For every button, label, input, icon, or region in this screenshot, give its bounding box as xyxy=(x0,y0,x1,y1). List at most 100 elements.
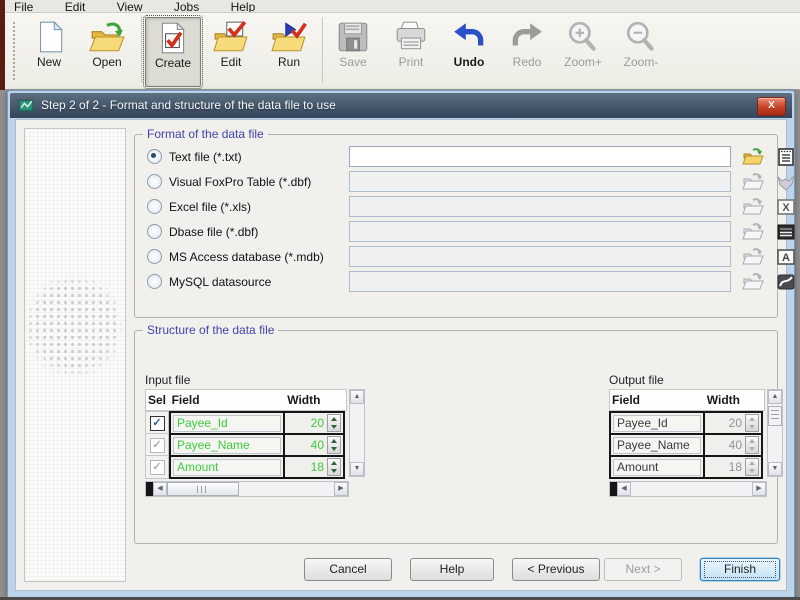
input-table-hscrollbar[interactable]: ◀ ▶ xyxy=(145,481,349,497)
run-button[interactable]: Run xyxy=(262,17,316,85)
radio-access[interactable] xyxy=(147,249,162,264)
output-file-label: Output file xyxy=(609,373,664,387)
edit-folder-check-icon xyxy=(213,20,249,54)
width-spinner[interactable] xyxy=(327,436,341,454)
output-file-table: Field Width Payee_Id 20 Payee_Name 40 Am… xyxy=(609,389,765,479)
focus-ring xyxy=(704,561,776,578)
output-table-vscrollbar[interactable]: ▲ ▼ xyxy=(767,389,783,477)
field-name-cell[interactable]: Payee_Id xyxy=(613,414,701,432)
application-window: File Edit View Jobs Help New Open Create… xyxy=(0,0,800,600)
width-spinner-disabled xyxy=(745,458,759,476)
open-label: Open xyxy=(92,55,122,69)
width-value[interactable]: 40 xyxy=(311,438,324,452)
create-button[interactable]: Create xyxy=(143,15,203,89)
scroll-down-icon[interactable]: ▼ xyxy=(350,462,364,476)
radio-mysql[interactable] xyxy=(147,274,162,289)
scroll-down-icon[interactable]: ▼ xyxy=(768,462,782,476)
scroll-right-icon[interactable]: ▶ xyxy=(334,482,348,496)
width-value: 20 xyxy=(728,416,742,430)
foxpro-path-input xyxy=(349,171,731,192)
width-spinner[interactable] xyxy=(327,414,341,432)
redo-button: Redo xyxy=(500,17,554,85)
header-width: Width xyxy=(706,393,740,407)
excel-type-icon: X xyxy=(774,197,797,217)
field-name-cell[interactable]: Amount xyxy=(613,458,701,476)
table-row: ✓ Amount 18 xyxy=(145,455,347,479)
svg-text:A: A xyxy=(782,252,790,264)
browse-folder-disabled-icon xyxy=(741,272,764,292)
create-label: Create xyxy=(154,56,192,70)
text-file-type-icon[interactable] xyxy=(774,147,797,167)
menu-edit[interactable]: Edit xyxy=(51,0,100,12)
header-sel: Sel xyxy=(148,393,167,407)
dbase-type-icon xyxy=(774,222,797,242)
foxpro-type-icon xyxy=(774,172,797,192)
access-path-input xyxy=(349,246,731,267)
row-select-checkbox[interactable]: ✓ xyxy=(149,437,165,453)
finish-button[interactable]: Finish xyxy=(700,558,780,581)
width-spinner[interactable] xyxy=(327,458,341,476)
radio-foxpro[interactable] xyxy=(147,174,162,189)
cancel-button[interactable]: Cancel xyxy=(304,558,392,581)
scroll-left-icon[interactable]: ◀ xyxy=(617,482,631,496)
run-label: Run xyxy=(277,55,300,69)
row-select-checkbox[interactable]: ✓ xyxy=(149,415,165,431)
option-label-access: MS Access database (*.mdb) xyxy=(169,249,324,264)
dialog-body: Format of the data file Text file (*.txt… xyxy=(15,119,795,591)
edit-button[interactable]: Edit xyxy=(204,17,258,85)
option-label-excel: Excel file (*.xls) xyxy=(169,199,252,214)
hscroll-thumb[interactable] xyxy=(167,482,239,496)
row-select-checkbox[interactable]: ✓ xyxy=(149,459,165,475)
width-spinner-disabled xyxy=(745,414,759,432)
radio-excel[interactable] xyxy=(147,199,162,214)
scroll-right-icon[interactable]: ▶ xyxy=(752,482,766,496)
window-edge-strip xyxy=(0,0,5,90)
vscroll-thumb[interactable] xyxy=(768,406,782,426)
field-name-cell[interactable]: Payee_Name xyxy=(173,436,281,454)
svg-text:X: X xyxy=(782,202,790,214)
open-button[interactable]: Open xyxy=(80,17,134,85)
edit-label: Edit xyxy=(220,55,242,69)
browse-folder-icon[interactable] xyxy=(741,147,764,167)
scroll-up-icon[interactable]: ▲ xyxy=(350,390,364,404)
width-value[interactable]: 20 xyxy=(311,416,324,430)
browse-folder-disabled-icon xyxy=(741,247,764,267)
save-button: Save xyxy=(326,17,380,85)
hscroll-track[interactable] xyxy=(631,482,752,496)
undo-button[interactable]: Undo xyxy=(442,17,496,85)
width-value[interactable]: 18 xyxy=(311,460,324,474)
radio-text-file[interactable] xyxy=(147,149,162,164)
menu-help[interactable]: Help xyxy=(217,0,270,12)
radio-dbase[interactable] xyxy=(147,224,162,239)
scroll-left-icon[interactable]: ◀ xyxy=(153,482,167,496)
help-button[interactable]: Help xyxy=(410,558,494,581)
text-file-path-input[interactable] xyxy=(349,146,731,167)
format-option-row: MySQL datasource xyxy=(135,269,794,294)
hscroll-track[interactable] xyxy=(239,482,334,496)
zoom-out-label: Zoom- xyxy=(623,55,659,69)
menu-view[interactable]: View xyxy=(103,0,157,12)
dialog-titlebar[interactable]: Step 2 of 2 - Format and structure of th… xyxy=(10,93,792,118)
zoom-out-button: Zoom- xyxy=(614,17,668,85)
zoom-in-magnifier-icon xyxy=(565,20,601,54)
toolbar-gripper[interactable] xyxy=(13,22,15,80)
table-row: ✓ Payee_Id 20 xyxy=(145,411,347,435)
field-name-cell[interactable]: Payee_Name xyxy=(613,436,701,454)
row-select-cell: ✓ xyxy=(145,455,169,479)
menu-jobs[interactable]: Jobs xyxy=(160,0,213,12)
create-check-page-icon xyxy=(155,21,191,55)
row-select-cell: ✓ xyxy=(145,433,169,457)
menu-file[interactable]: File xyxy=(0,0,47,12)
field-name-cell[interactable]: Amount xyxy=(173,458,281,476)
field-name-cell[interactable]: Payee_Id xyxy=(173,414,281,432)
scrollbar-corner xyxy=(610,482,617,496)
header-width: Width xyxy=(287,393,321,407)
output-table-hscrollbar[interactable]: ◀ ▶ xyxy=(609,481,767,497)
zoom-in-label: Zoom+ xyxy=(564,55,602,69)
new-button[interactable]: New xyxy=(22,17,76,85)
previous-button[interactable]: < Previous xyxy=(512,558,600,581)
input-table-vscrollbar[interactable]: ▲ ▼ xyxy=(349,389,365,477)
scroll-up-icon[interactable]: ▲ xyxy=(768,390,782,404)
close-icon[interactable]: X xyxy=(757,97,786,116)
print-label: Print xyxy=(398,55,424,69)
